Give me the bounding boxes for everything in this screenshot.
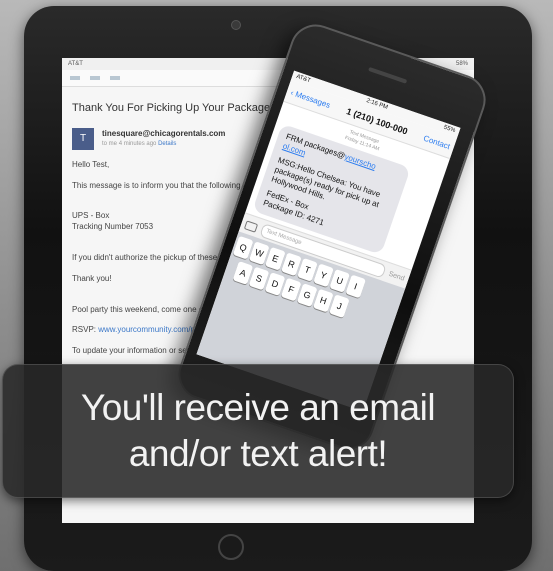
ipad-camera (231, 20, 241, 30)
sender-to: to me (102, 141, 118, 148)
sender-email: tinesquare@chicagorentals.com (102, 129, 226, 139)
iphone-speaker (368, 66, 408, 84)
caption-banner: You'll receive an email and/or text aler… (2, 364, 514, 498)
toolbar-icon[interactable] (90, 76, 100, 80)
send-button[interactable]: Send (388, 270, 406, 282)
ipad-battery: 58% (455, 61, 468, 67)
caption-line-1: You'll receive an email (80, 386, 436, 428)
camera-icon[interactable] (244, 219, 259, 233)
back-label: Messages (294, 89, 332, 110)
contact-button[interactable]: Contact (422, 133, 451, 150)
avatar: T (72, 127, 94, 150)
ipad-carrier: AT&T (68, 61, 83, 67)
toolbar-icon[interactable] (110, 76, 120, 80)
sender-time: 4 minutes ago (118, 141, 157, 148)
ipad-home-button[interactable] (218, 534, 244, 560)
toolbar-icon[interactable] (70, 76, 80, 80)
sender-meta: to me 4 minutes ago Details (102, 140, 225, 148)
rsvp-label: RSVP: (72, 325, 97, 335)
caption-line-2: and/or text alert! (128, 433, 388, 474)
details-link[interactable]: Details (158, 141, 176, 147)
